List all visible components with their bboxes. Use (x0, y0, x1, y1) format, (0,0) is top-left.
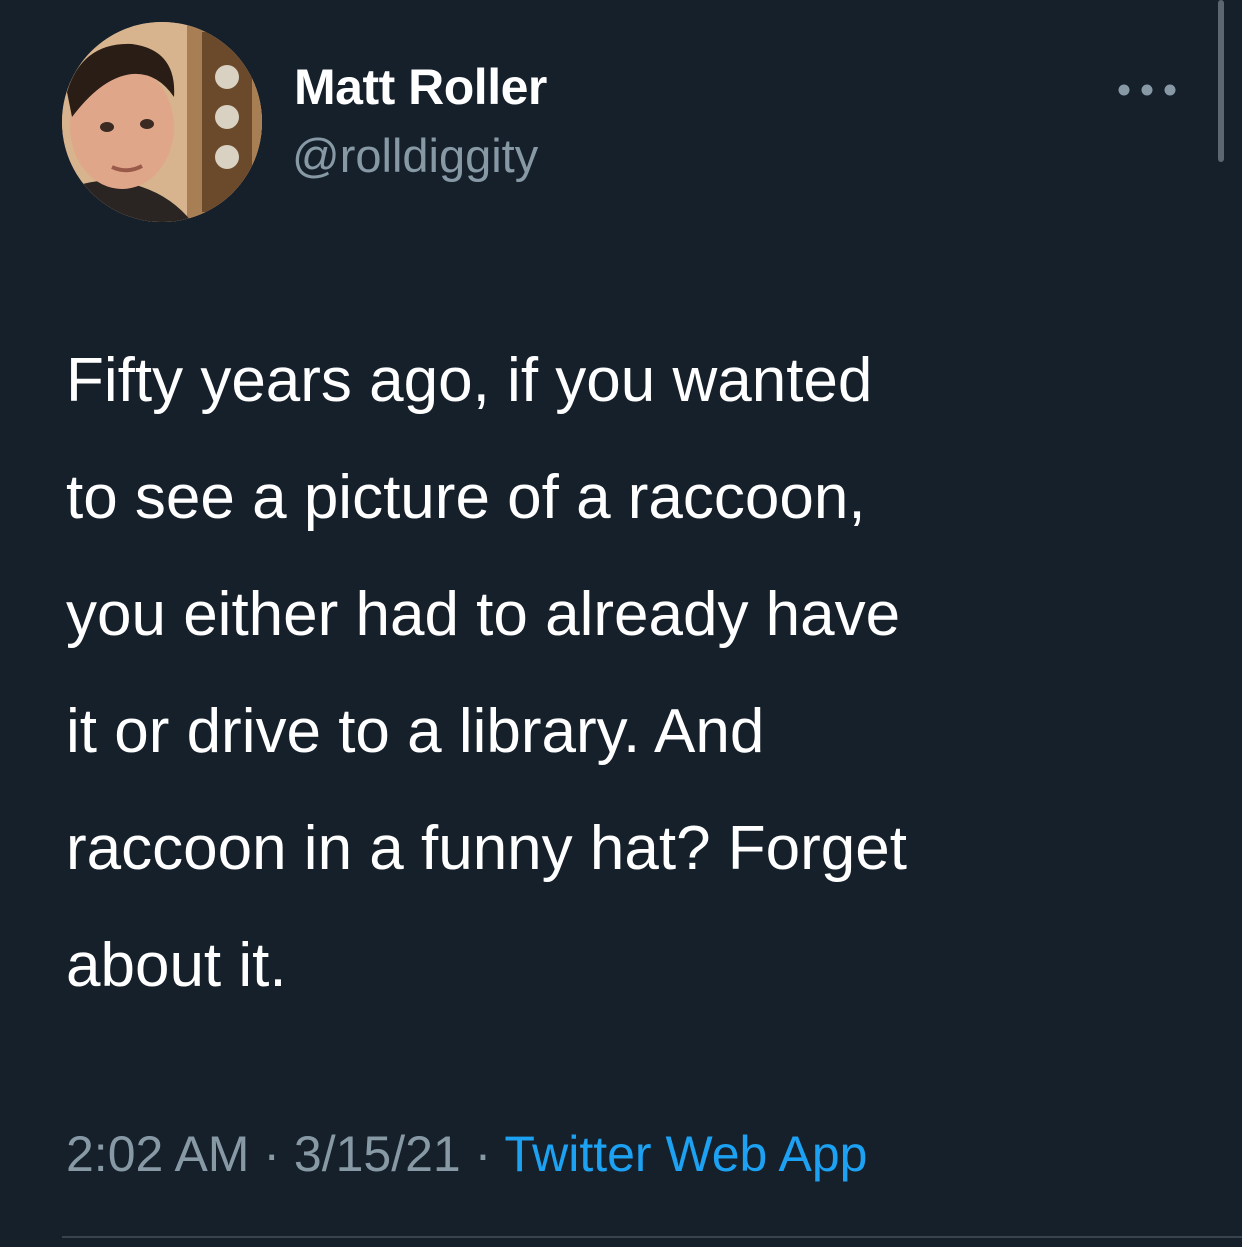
tweet-source-link[interactable]: Twitter Web App (504, 1126, 867, 1182)
profile-photo (62, 22, 262, 222)
avatar[interactable] (62, 22, 262, 222)
tweet-text-line: to see a picture of a raccoon, (66, 463, 866, 532)
tweet-date[interactable]: 3/15/21 (294, 1126, 461, 1182)
tweet-text-line: it or drive to a library. And (66, 697, 765, 766)
tweet-card: Matt Roller @rolldiggity Fifty years ago… (0, 0, 1242, 1247)
scrollbar-thumb[interactable] (1218, 0, 1224, 162)
scrollbar[interactable] (1216, 0, 1226, 162)
tweet-text-line: you either had to already have (66, 580, 901, 649)
tweet-metadata: 2:02 AM · 3/15/21 · Twitter Web App (66, 1125, 867, 1183)
tweet-time[interactable]: 2:02 AM (66, 1126, 249, 1182)
meta-separator: · (474, 1126, 492, 1182)
more-horizontal-icon (1118, 84, 1176, 96)
tweet-text-line: raccoon in a funny hat? Forget (66, 814, 907, 883)
more-options-button[interactable] (1110, 70, 1184, 110)
tweet-text-line: Fifty years ago, if you wanted (66, 346, 873, 415)
author-handle[interactable]: @rolldiggity (292, 128, 538, 183)
divider (62, 1236, 1242, 1238)
tweet-text-line: about it. (66, 931, 287, 1000)
meta-separator: · (263, 1126, 281, 1182)
tweet-text: Fifty years ago, if you wanted to see a … (66, 322, 1196, 1024)
author-name[interactable]: Matt Roller (294, 58, 547, 116)
